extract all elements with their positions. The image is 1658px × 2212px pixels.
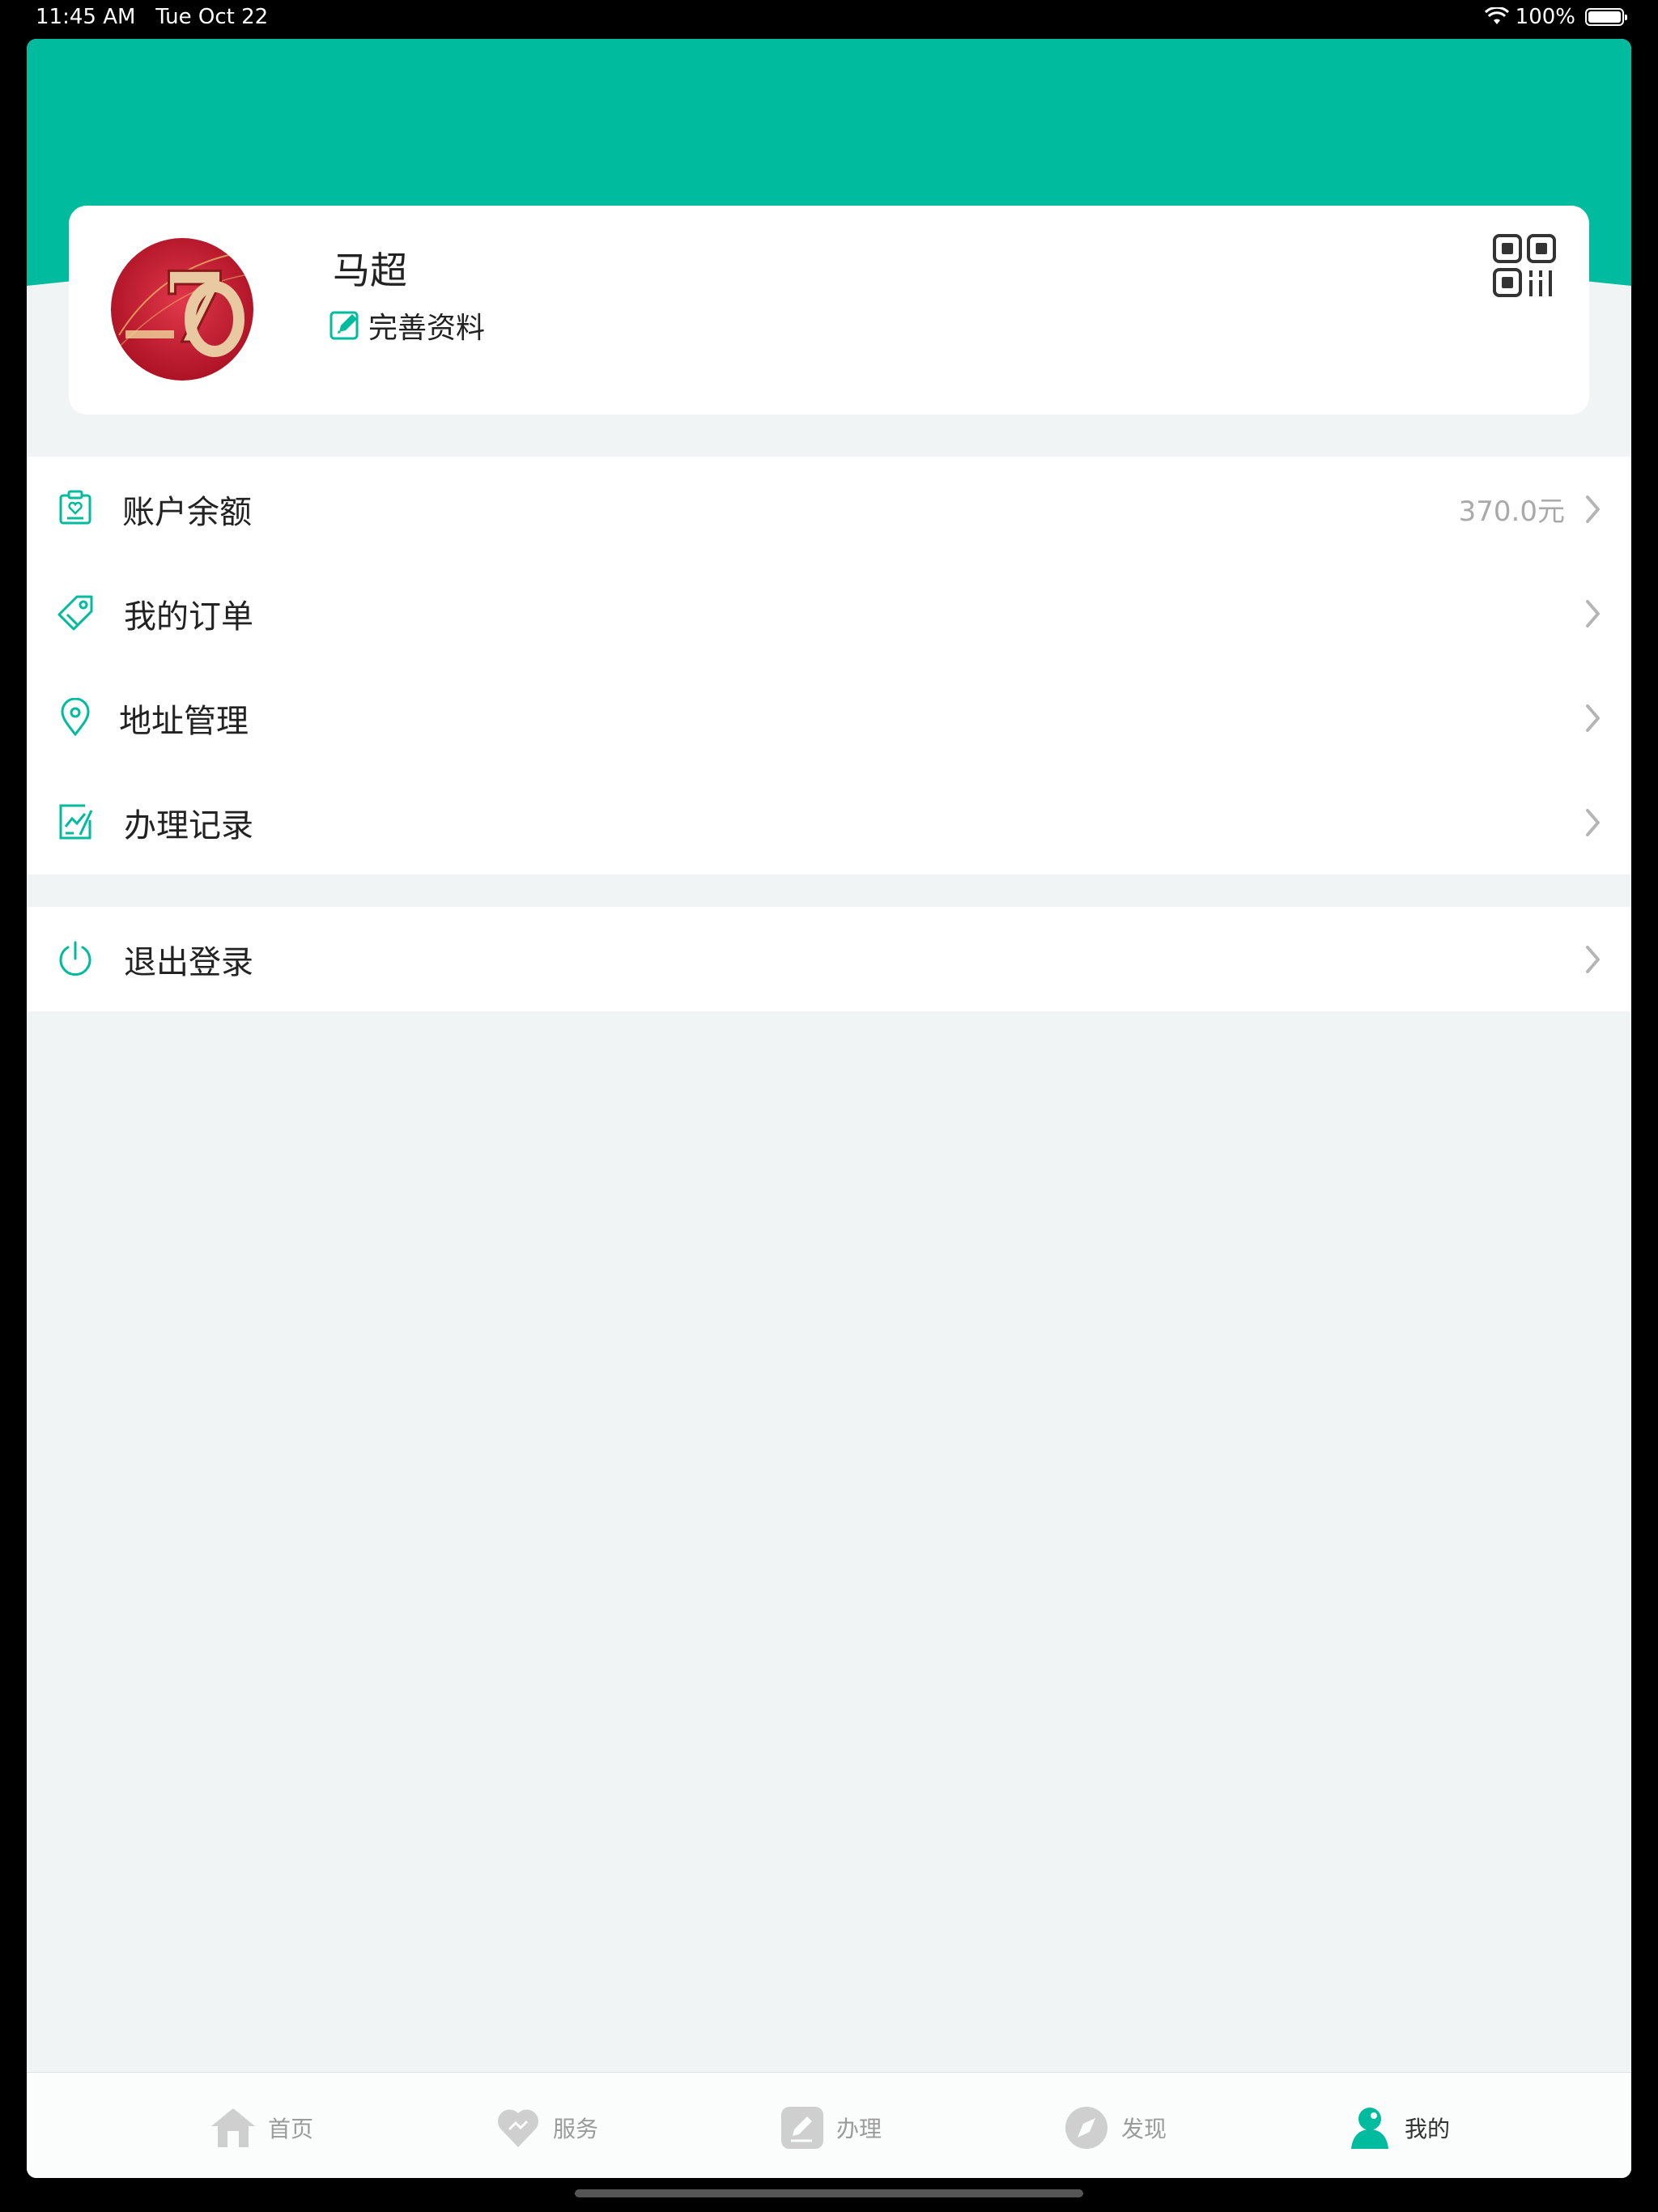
complete-profile-label: 完善资料 xyxy=(368,312,486,345)
home-indicator xyxy=(575,2189,1083,2197)
avatar-image: 7 xyxy=(111,238,253,381)
status-date: Tue Oct 22 xyxy=(155,5,269,29)
chevron-right-icon xyxy=(1586,600,1600,627)
account-menu: 账户余额 370.0元 我的订单 地址管理 办理记录 xyxy=(27,457,1631,874)
balance-value: 370.0元 xyxy=(1458,496,1565,528)
user-name: 马超 xyxy=(333,249,407,292)
heart-icon xyxy=(498,2109,538,2147)
tab-label: 首页 xyxy=(268,2116,314,2142)
edit-profile-icon xyxy=(329,311,359,340)
wifi-icon xyxy=(1484,7,1509,24)
menu-item-address[interactable]: 地址管理 xyxy=(27,666,1631,770)
status-time: 11:45 AM Tue Oct 22 xyxy=(36,5,268,29)
status-indicators: 100% xyxy=(1484,5,1627,29)
tab-label: 服务 xyxy=(553,2116,599,2142)
chevron-right-icon xyxy=(1586,809,1600,836)
home-icon xyxy=(211,2108,255,2147)
power-icon xyxy=(59,941,91,976)
tab-label: 发现 xyxy=(1121,2116,1167,2142)
tab-label: 办理 xyxy=(836,2116,882,2142)
avatar[interactable]: 7 xyxy=(111,238,253,381)
menu-label: 账户余额 xyxy=(122,493,252,531)
menu-label: 我的订单 xyxy=(124,598,253,636)
record-chart-icon xyxy=(59,804,93,840)
logout-button[interactable]: 退出登录 xyxy=(27,907,1631,1011)
tag-icon xyxy=(57,595,93,631)
tab-bar: 首页 服务 办理 发现 我的 xyxy=(27,2072,1631,2178)
chevron-right-icon xyxy=(1586,946,1600,973)
tab-mine[interactable]: 我的 xyxy=(1346,2105,1450,2150)
tab-handle[interactable]: 办理 xyxy=(778,2105,882,2150)
battery-percent: 100% xyxy=(1515,5,1575,29)
battery-icon xyxy=(1585,8,1627,26)
app-screen: 7 马超 完善资料 账户余额 370.0元 我的订单 地址管理 办理记录 退出登… xyxy=(27,39,1631,2178)
tab-home[interactable]: 首页 xyxy=(210,2105,313,2150)
menu-label: 办理记录 xyxy=(124,806,253,844)
edit-icon xyxy=(781,2107,823,2149)
qr-code-icon[interactable] xyxy=(1492,233,1557,298)
profile-card[interactable]: 7 马超 完善资料 xyxy=(69,206,1589,415)
tab-services[interactable]: 服务 xyxy=(495,2105,598,2150)
logout-label: 退出登录 xyxy=(124,943,253,981)
wallet-heart-icon xyxy=(59,490,91,525)
status-clock: 11:45 AM xyxy=(36,5,136,29)
chevron-right-icon xyxy=(1586,496,1600,523)
logout-menu: 退出登录 xyxy=(27,907,1631,1011)
compass-icon xyxy=(1065,2107,1107,2149)
menu-item-balance[interactable]: 账户余额 370.0元 xyxy=(27,457,1631,561)
menu-item-orders[interactable]: 我的订单 xyxy=(27,561,1631,666)
complete-profile-link[interactable]: 完善资料 xyxy=(328,304,485,347)
status-bar: 11:45 AM Tue Oct 22 100% xyxy=(0,0,1658,39)
person-icon xyxy=(1351,2108,1388,2149)
tab-discover[interactable]: 发现 xyxy=(1063,2105,1167,2150)
tab-label: 我的 xyxy=(1405,2116,1451,2142)
menu-item-records[interactable]: 办理记录 xyxy=(27,770,1631,874)
chevron-right-icon xyxy=(1586,704,1600,732)
location-pin-icon xyxy=(61,698,90,737)
menu-label: 地址管理 xyxy=(119,702,249,740)
